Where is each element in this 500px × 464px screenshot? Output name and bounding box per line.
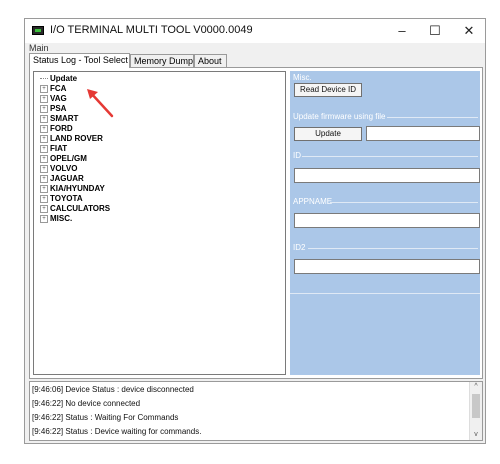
tree-item-toyota[interactable]: + TOYOTA xyxy=(40,194,83,204)
tab-content: Update + FCA + VAG + PSA + SMART + FORD + LAND… xyxy=(29,67,483,379)
close-button[interactable]: ✕ xyxy=(456,21,482,41)
tree-item-jaguar[interactable]: + JAGUAR xyxy=(40,174,84,184)
id-field[interactable] xyxy=(294,168,480,183)
window-title: I/O TERMINAL MULTI TOOL V0000.0049 xyxy=(50,24,253,36)
app-window: I/O TERMINAL MULTI TOOL V0000.0049 – ☐ ✕… xyxy=(24,18,486,444)
group-separator xyxy=(302,156,478,157)
id-label: ID xyxy=(293,151,301,160)
expand-icon[interactable]: + xyxy=(40,184,48,193)
tree-item-calculators[interactable]: + CALCULATORS xyxy=(40,204,110,214)
log-line: [9:46:22] Status : Device waiting for co… xyxy=(32,427,202,436)
tree-item-volvo[interactable]: + VOLVO xyxy=(40,164,77,174)
expand-icon[interactable]: + xyxy=(40,114,48,123)
status-log[interactable]: [9:46:06] Device Status : device disconn… xyxy=(29,381,483,441)
tree-item-misc[interactable]: + MISC. xyxy=(40,214,72,224)
id2-label: ID2 xyxy=(293,243,306,252)
tab-about[interactable]: About xyxy=(194,54,227,67)
misc-label: Misc. xyxy=(293,73,312,82)
expand-icon[interactable]: + xyxy=(40,94,48,103)
tree-item-fiat[interactable]: + FIAT xyxy=(40,144,67,154)
tab-memory-dump[interactable]: Memory Dump xyxy=(130,54,194,67)
log-line: [9:46:22] No device connected xyxy=(32,399,141,408)
tree-item-fca[interactable]: + FCA xyxy=(40,84,66,94)
id2-field[interactable] xyxy=(294,259,480,274)
scroll-up-icon[interactable]: ^ xyxy=(470,382,482,392)
tree-item-land-rover[interactable]: + LAND ROVER xyxy=(40,134,103,144)
tree-item-kia-hyunday[interactable]: + KIA/HYUNDAY xyxy=(40,184,105,194)
log-scrollbar[interactable]: ^ v xyxy=(469,382,482,440)
appname-field[interactable] xyxy=(294,213,480,228)
panel-divider xyxy=(290,293,480,294)
tree-item-ford[interactable]: + FORD xyxy=(40,124,73,134)
firmware-file-field[interactable] xyxy=(366,126,480,141)
title-bar: I/O TERMINAL MULTI TOOL V0000.0049 – ☐ ✕ xyxy=(25,19,485,43)
tree-item-smart[interactable]: + SMART xyxy=(40,114,78,124)
group-separator xyxy=(308,248,478,249)
expand-icon[interactable]: + xyxy=(40,104,48,113)
scroll-down-icon[interactable]: v xyxy=(470,430,482,440)
tree-connector xyxy=(40,78,48,80)
scroll-thumb[interactable] xyxy=(472,394,480,418)
tab-status-log[interactable]: Status Log - Tool Select xyxy=(29,53,130,68)
expand-icon[interactable]: + xyxy=(40,84,48,93)
tree-item-psa[interactable]: + PSA xyxy=(40,104,66,114)
terminal-app-icon xyxy=(32,26,44,35)
update-button[interactable]: Update xyxy=(294,127,362,141)
group-separator xyxy=(330,202,478,203)
tree-item-vag[interactable]: + VAG xyxy=(40,94,67,104)
expand-icon[interactable]: + xyxy=(40,134,48,143)
minimize-button[interactable]: – xyxy=(389,21,415,41)
group-separator xyxy=(387,117,478,118)
expand-icon[interactable]: + xyxy=(40,194,48,203)
update-firmware-label: Update firmware using file xyxy=(293,112,386,121)
appname-label: APPNAME xyxy=(293,197,333,206)
expand-icon[interactable]: + xyxy=(40,174,48,183)
tree-item-opel-gm[interactable]: + OPEL/GM xyxy=(40,154,87,164)
expand-icon[interactable]: + xyxy=(40,214,48,223)
log-line: [9:46:22] Status : Waiting For Commands xyxy=(32,413,179,422)
menu-main[interactable]: Main xyxy=(29,43,49,53)
expand-icon[interactable]: + xyxy=(40,154,48,163)
tool-tree[interactable]: Update + FCA + VAG + PSA + SMART + FORD + LAND… xyxy=(33,71,286,375)
red-arrow-icon xyxy=(87,89,114,118)
expand-icon[interactable]: + xyxy=(40,164,48,173)
log-line: [9:46:06] Device Status : device disconn… xyxy=(32,385,194,394)
read-device-id-button[interactable]: Read Device ID xyxy=(294,83,362,97)
device-panel: Misc. Read Device ID Update firmware usi… xyxy=(290,71,480,375)
maximize-button[interactable]: ☐ xyxy=(422,21,448,41)
expand-icon[interactable]: + xyxy=(40,144,48,153)
expand-icon[interactable]: + xyxy=(40,124,48,133)
tree-item-update[interactable]: Update xyxy=(40,74,77,84)
expand-icon[interactable]: + xyxy=(40,204,48,213)
